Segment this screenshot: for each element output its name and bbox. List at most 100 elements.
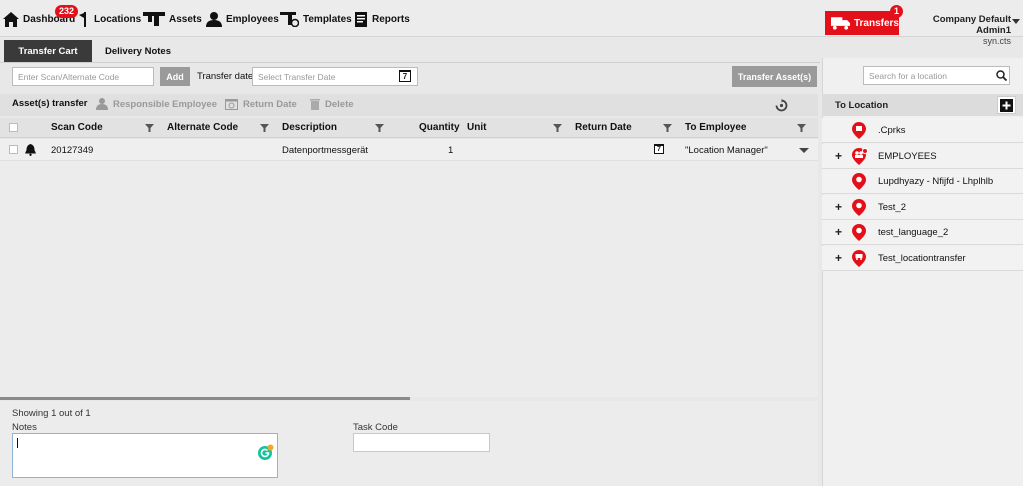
add-button[interactable]: Add bbox=[160, 67, 190, 86]
location-item[interactable]: + Test_2 bbox=[822, 195, 1023, 220]
nav-employees[interactable]: Employees bbox=[206, 10, 279, 28]
user-menu[interactable]: Company Default Admin1 syn.cts bbox=[908, 14, 1023, 46]
plus-square-icon bbox=[1000, 98, 1013, 112]
transfer-date-input[interactable]: Select Transfer Date bbox=[252, 67, 418, 86]
footer-panel: Showing 1 out of 1 Notes Task Code bbox=[0, 401, 818, 486]
nav-reports-label: Reports bbox=[372, 13, 410, 25]
filter-icon[interactable] bbox=[553, 124, 562, 132]
to-location-title: To Location bbox=[835, 100, 889, 111]
asset-transfer-title: Asset(s) transfer bbox=[12, 98, 88, 109]
nav-templates[interactable]: Templates bbox=[280, 10, 352, 28]
filter-icon[interactable] bbox=[663, 124, 672, 132]
location-pin-icon bbox=[852, 199, 866, 216]
table-row[interactable]: 20127349 Datenportmessgerät 1 7 "Locatio… bbox=[0, 139, 818, 161]
task-code-input[interactable] bbox=[353, 433, 490, 452]
location-item[interactable]: + test_language_2 bbox=[822, 220, 1023, 245]
dashboard-badge: 232 bbox=[55, 5, 79, 18]
delete-button[interactable]: Delete bbox=[310, 98, 354, 110]
cell-scan-code: 20127349 bbox=[51, 145, 94, 156]
transfers-label: Transfers bbox=[853, 17, 899, 29]
select-all-checkbox[interactable] bbox=[9, 123, 18, 132]
nav-templates-label: Templates bbox=[303, 13, 352, 25]
transfers-badge: 1 bbox=[890, 5, 904, 18]
location-flag-icon bbox=[79, 11, 86, 27]
user-menu-caret-icon[interactable] bbox=[1012, 19, 1020, 24]
nav-assets[interactable]: Assets bbox=[143, 10, 202, 28]
add-location-button[interactable] bbox=[997, 96, 1016, 114]
col-return-date[interactable]: Return Date bbox=[575, 122, 632, 133]
refresh-icon[interactable] bbox=[775, 99, 788, 112]
vehicle-pin-icon bbox=[852, 250, 866, 267]
horizontal-scrollbar[interactable] bbox=[0, 397, 410, 400]
col-to-employee[interactable]: To Employee bbox=[685, 122, 747, 133]
transfers-button[interactable]: Transfers bbox=[825, 11, 899, 35]
expand-icon[interactable]: + bbox=[835, 201, 842, 213]
location-search-input[interactable]: Search for a location bbox=[863, 66, 1010, 85]
location-label: .Cprks bbox=[878, 125, 906, 136]
filter-icon[interactable] bbox=[145, 124, 154, 132]
row-checkbox[interactable] bbox=[9, 145, 18, 154]
showing-count: Showing 1 out of 1 bbox=[12, 408, 91, 419]
text-cursor bbox=[17, 438, 18, 448]
return-date-button[interactable]: Return Date bbox=[225, 98, 297, 110]
to-location-header: To Location bbox=[822, 94, 1023, 116]
reports-icon bbox=[355, 11, 367, 27]
col-description[interactable]: Description bbox=[282, 122, 337, 133]
notes-textarea[interactable] bbox=[12, 433, 278, 478]
search-icon[interactable] bbox=[996, 70, 1007, 81]
tab-transfer-cart[interactable]: Transfer Cart bbox=[4, 40, 92, 62]
col-unit[interactable]: Unit bbox=[467, 122, 486, 133]
cell-description: Datenportmessgerät bbox=[282, 145, 369, 156]
transfer-truck-icon bbox=[831, 17, 850, 30]
calendar-icon[interactable]: 7 bbox=[399, 70, 411, 82]
trash-icon bbox=[310, 99, 320, 110]
nav-employees-label: Employees bbox=[226, 13, 279, 25]
location-pin-icon bbox=[852, 224, 866, 241]
col-quantity[interactable]: Quantity bbox=[419, 122, 460, 133]
assets-icon bbox=[143, 12, 165, 26]
location-label: Test_locationtransfer bbox=[878, 253, 966, 264]
tab-delivery-notes[interactable]: Delivery Notes bbox=[96, 40, 180, 62]
transfer-date-label: Transfer date bbox=[197, 71, 254, 82]
action-bar: Asset(s) transfer Responsible Employee R… bbox=[0, 94, 818, 116]
delete-label: Delete bbox=[325, 98, 354, 110]
nav-assets-label: Assets bbox=[169, 13, 202, 25]
tab-divider bbox=[0, 62, 820, 63]
location-item[interactable]: Lupdhyazy - Nfijfd - Lhplhlb bbox=[822, 169, 1023, 194]
transfer-assets-button[interactable]: Transfer Asset(s) bbox=[732, 66, 817, 87]
expand-icon[interactable]: + bbox=[835, 150, 842, 162]
table-header: Scan Code Alternate Code Description Qua… bbox=[0, 118, 818, 138]
expand-icon[interactable]: + bbox=[835, 252, 842, 264]
return-date-calendar-icon[interactable]: 7 bbox=[654, 144, 664, 154]
task-code-label: Task Code bbox=[353, 422, 398, 433]
expand-icon[interactable]: + bbox=[835, 226, 842, 238]
cell-quantity: 1 bbox=[448, 145, 454, 156]
building-pin-icon bbox=[852, 122, 866, 139]
location-item[interactable]: + EMPLOYEES bbox=[822, 144, 1023, 169]
scan-code-input[interactable]: Enter Scan/Alternate Code bbox=[12, 67, 154, 86]
responsible-employee-button[interactable]: Responsible Employee bbox=[96, 98, 217, 110]
table-body-empty-area bbox=[0, 161, 818, 397]
location-label: Lupdhyazy - Nfijfd - Lhplhlb bbox=[878, 176, 994, 187]
nav-locations[interactable]: Locations bbox=[79, 10, 141, 28]
grammarly-icon[interactable] bbox=[257, 444, 274, 461]
location-label: test_language_2 bbox=[878, 227, 949, 238]
filter-icon[interactable] bbox=[260, 124, 269, 132]
location-pin-icon bbox=[852, 173, 866, 190]
notes-label: Notes bbox=[12, 422, 37, 433]
col-scan-code[interactable]: Scan Code bbox=[51, 122, 103, 133]
employee-dropdown-icon[interactable] bbox=[799, 148, 809, 153]
cell-to-employee[interactable]: "Location Manager" bbox=[685, 145, 768, 156]
filter-icon[interactable] bbox=[375, 124, 384, 132]
templates-icon bbox=[280, 11, 299, 27]
filter-icon[interactable] bbox=[797, 124, 806, 132]
nav-reports[interactable]: Reports bbox=[355, 10, 410, 28]
location-item[interactable]: .Cprks bbox=[822, 118, 1023, 143]
location-item[interactable]: + Test_locationtransfer bbox=[822, 246, 1023, 271]
nav-locations-label: Locations bbox=[94, 13, 142, 25]
employee-icon bbox=[206, 11, 222, 27]
location-label: Test_2 bbox=[878, 202, 906, 213]
col-alternate-code[interactable]: Alternate Code bbox=[167, 122, 238, 133]
return-date-label: Return Date bbox=[243, 98, 297, 110]
calendar-clock-icon bbox=[225, 99, 238, 110]
